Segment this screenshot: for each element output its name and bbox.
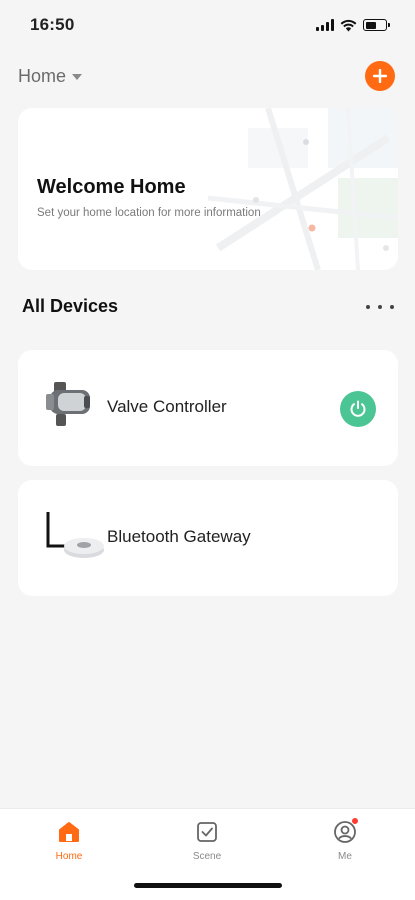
status-bar: 16:50	[0, 0, 415, 50]
add-button[interactable]	[365, 61, 395, 91]
status-time: 16:50	[30, 15, 75, 34]
home-selector[interactable]: Home	[18, 65, 83, 87]
welcome-title: Welcome Home	[37, 176, 186, 198]
notification-badge	[351, 817, 359, 825]
plus-icon	[373, 69, 387, 83]
scene-checkbox-icon	[197, 822, 217, 842]
signal-icon	[316, 19, 334, 31]
home-selector-label: Home	[18, 65, 67, 86]
tab-label: Home	[55, 851, 83, 862]
tab-label: Scene	[192, 851, 222, 862]
power-icon	[350, 400, 366, 417]
device-card-bluetooth-gateway[interactable]: Bluetooth Gateway	[18, 480, 398, 596]
bluetooth-gateway-icon	[46, 512, 104, 558]
tab-home[interactable]: Home	[34, 819, 104, 862]
home-indicator	[134, 883, 282, 888]
device-name: Bluetooth Gateway	[107, 527, 251, 546]
all-devices-title: All Devices	[22, 296, 119, 316]
status-icons	[316, 19, 390, 32]
more-horizontal-icon[interactable]	[366, 302, 394, 312]
header: Home	[0, 56, 415, 96]
tab-me[interactable]: Me	[310, 817, 380, 862]
map-background	[208, 108, 398, 270]
tab-scene[interactable]: Scene	[172, 819, 242, 862]
profile-icon	[332, 817, 359, 845]
wifi-icon	[340, 19, 357, 31]
power-button[interactable]	[340, 391, 376, 427]
device-card-valve-controller[interactable]: Valve Controller	[18, 350, 398, 466]
tab-label: Me	[338, 851, 352, 862]
home-icon	[59, 822, 79, 842]
welcome-subtitle: Set your home location for more informat…	[37, 207, 261, 219]
battery-icon	[363, 19, 390, 31]
caret-down-icon	[72, 74, 83, 80]
welcome-card[interactable]: Welcome Home Set your home location for …	[18, 108, 398, 270]
device-name: Valve Controller	[107, 397, 227, 416]
valve-controller-icon	[46, 382, 90, 426]
